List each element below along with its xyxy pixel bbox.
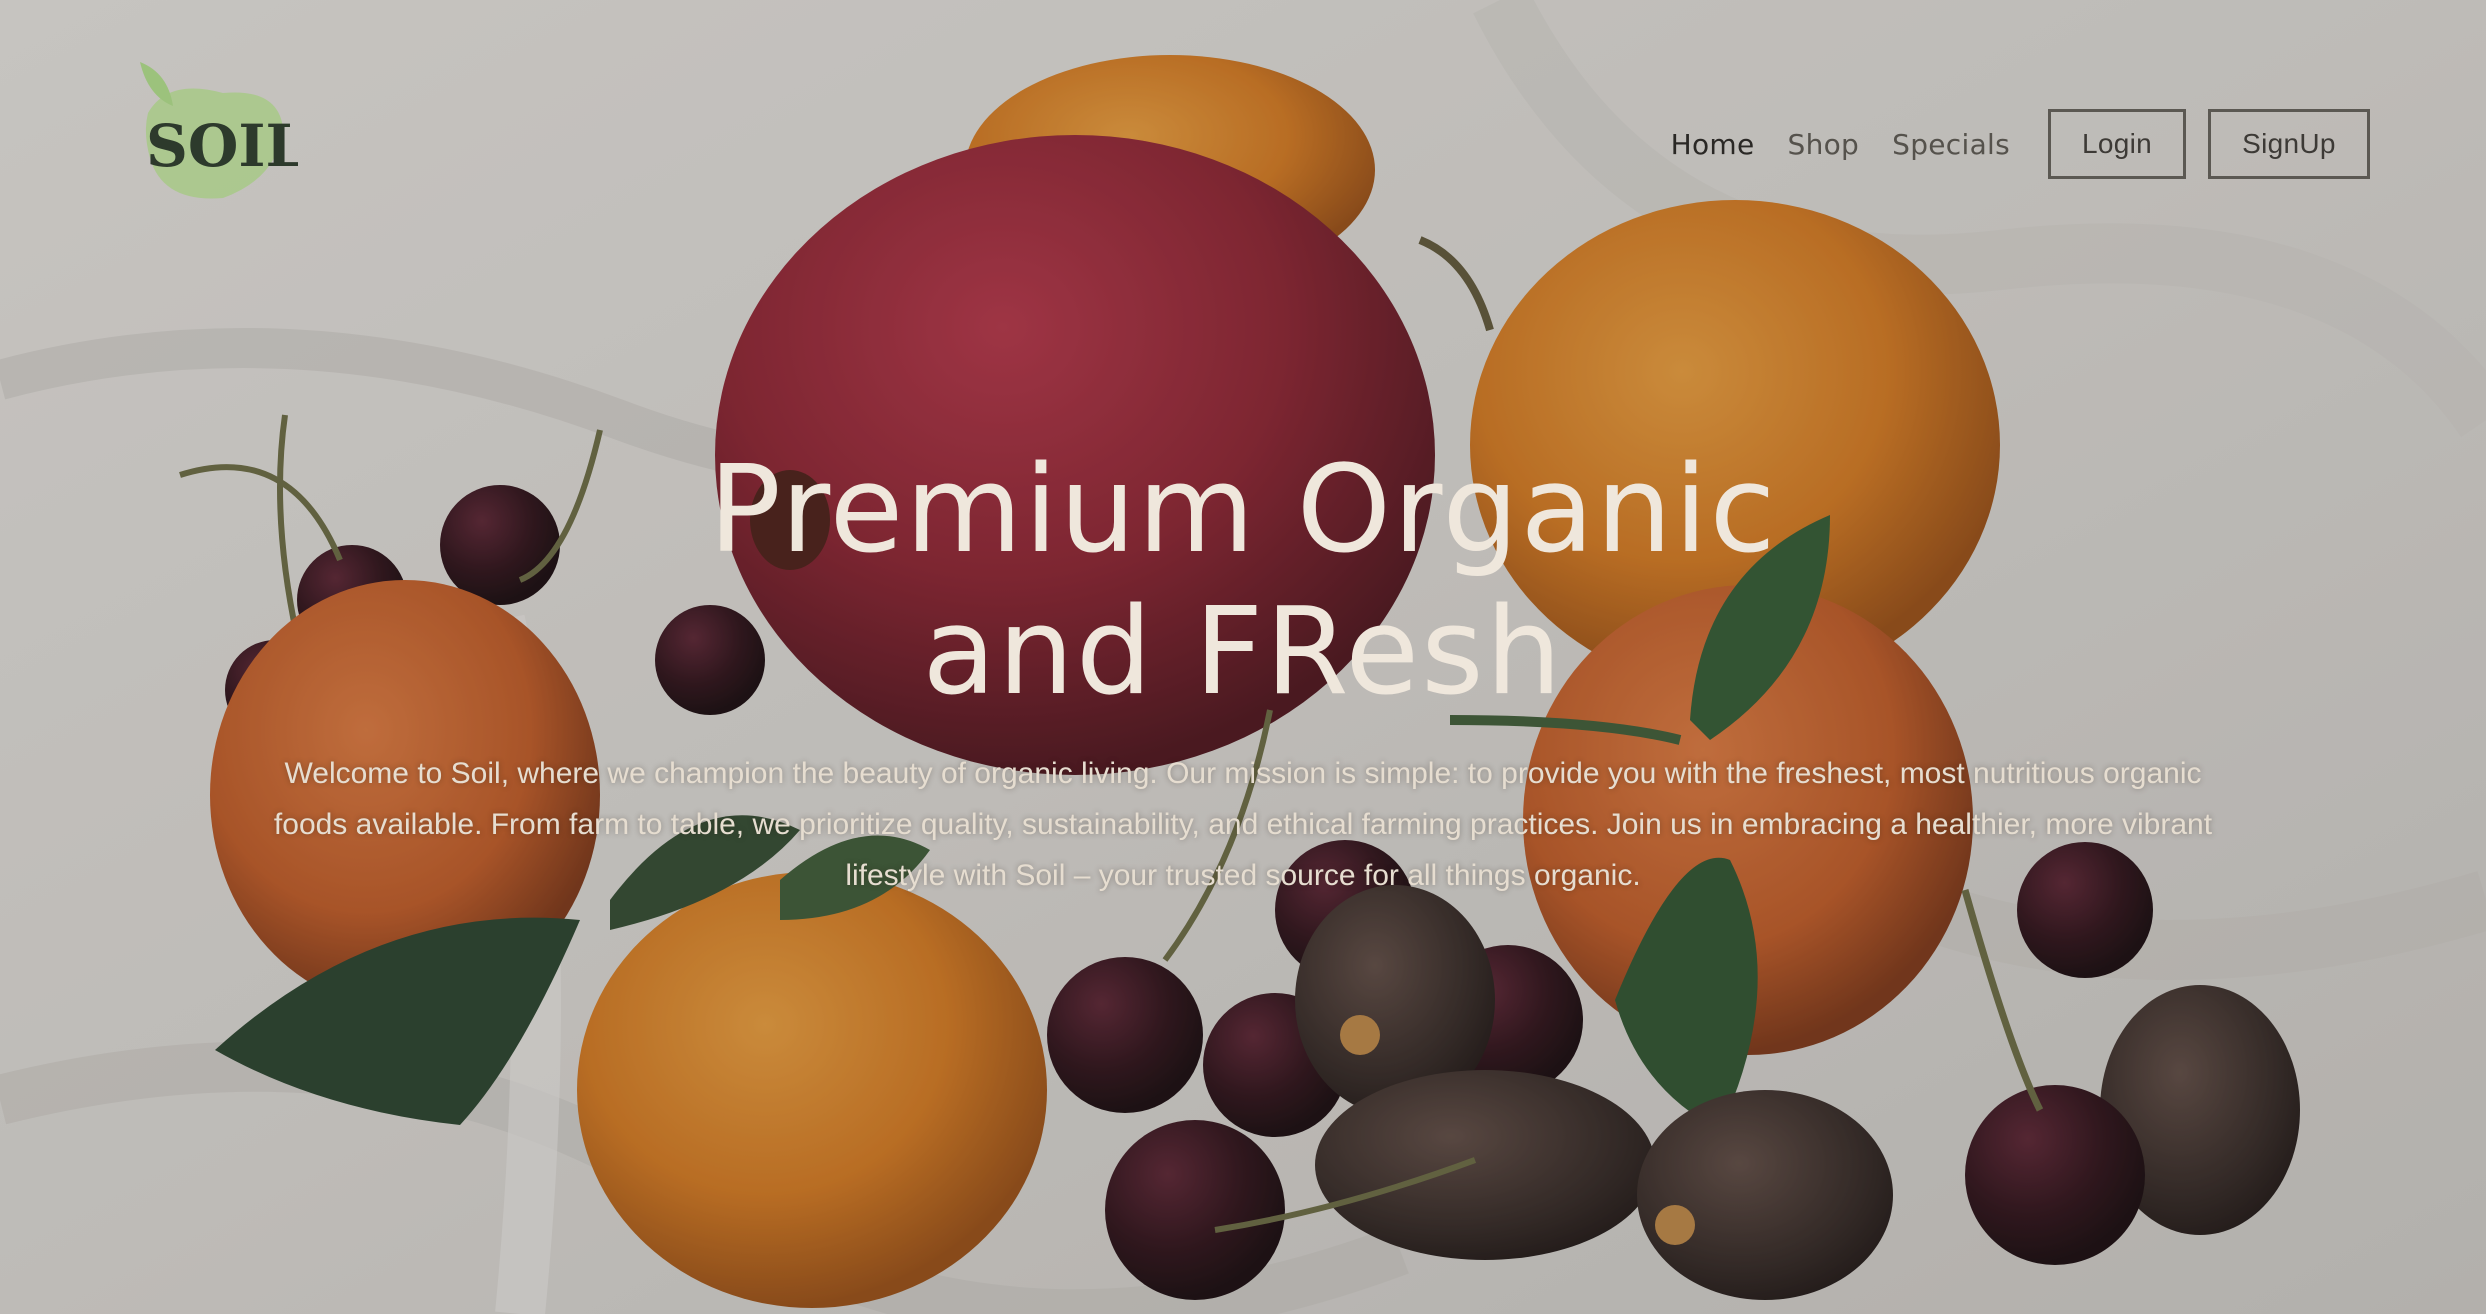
login-button[interactable]: Login	[2048, 109, 2186, 179]
nav-link-shop[interactable]: Shop	[1788, 128, 1860, 161]
hero-title-line-2: and FResh	[922, 583, 1564, 722]
nav-link-specials[interactable]: Specials	[1892, 128, 2010, 161]
hero-description: Welcome to Soil, where we champion the b…	[273, 757, 2213, 892]
main-nav: Home Shop Specials Login SignUp	[1671, 106, 2370, 182]
nav-link-home[interactable]: Home	[1671, 128, 1755, 161]
logo-wordmark: SOIL	[146, 112, 298, 180]
signup-button[interactable]: SignUp	[2208, 109, 2370, 179]
hero-title: Premium Organic and FResh	[0, 440, 2486, 724]
soil-logo[interactable]: SOIL	[128, 58, 298, 208]
hero-title-line-1: Premium Organic	[708, 441, 1778, 580]
